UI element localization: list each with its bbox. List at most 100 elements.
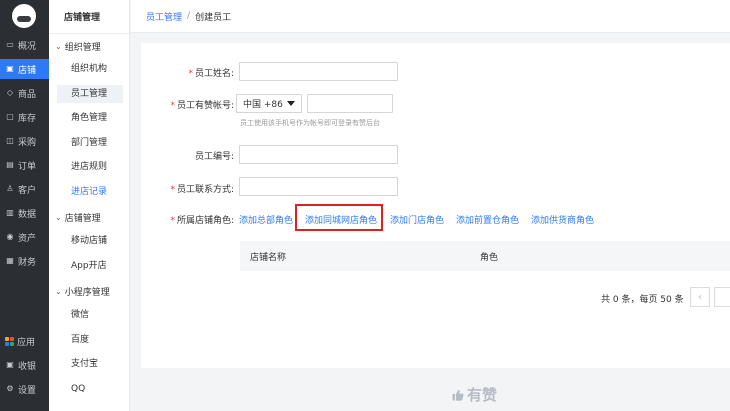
chevron-down-icon: ⌄ (55, 287, 62, 296)
phone-input[interactable] (307, 94, 393, 113)
shop-avatar[interactable] (12, 4, 36, 28)
customer-icon: ♙ (6, 184, 14, 193)
add-supplier-role-link[interactable]: 添加供货商角色 (531, 213, 594, 226)
staff-name-input[interactable] (239, 62, 398, 81)
sub-group-label: 店铺管理 (64, 214, 101, 224)
nav-item-label: 数据 (18, 209, 37, 220)
nav-item-purchase[interactable]: ◫ 采购 (0, 131, 49, 151)
nav-item-label: 店铺 (18, 65, 37, 76)
purchase-icon: ◫ (6, 136, 14, 145)
prev-page-button[interactable]: ‹ (690, 287, 710, 307)
sub-group-org[interactable]: ⌄ 组织管理 (55, 40, 101, 53)
sub-item-alipay[interactable]: 支付宝 (71, 355, 98, 373)
sub-item-baidu[interactable]: 百度 (71, 331, 89, 349)
nav-item-label: 客户 (18, 185, 37, 196)
breadcrumb: 员工管理 / 创建员工 (131, 0, 730, 33)
staff-number-label: 员工编号: (194, 152, 234, 162)
sub-item-app-store[interactable]: App开店 (71, 257, 107, 275)
inventory-icon: ▢ (6, 112, 14, 121)
country-code-value: 中国 +86 (243, 100, 283, 110)
add-city-store-role-link[interactable]: 添加同城网店角色 (305, 213, 377, 226)
nav-item-store[interactable]: ▣ 店铺 (0, 59, 49, 79)
add-front-warehouse-role-link[interactable]: 添加前置仓角色 (456, 213, 519, 226)
column-role: 角色 (480, 253, 499, 263)
nav-item-label: 财务 (18, 257, 37, 268)
order-icon: ▤ (6, 160, 14, 169)
create-staff-form: * 员工姓名: * 员工有赞帐号: 中国 +86 员工使用该手机号作为帐号即可登录有… (141, 43, 730, 368)
cashier-icon: ▣ (6, 360, 14, 369)
sub-group-label: 小程序管理 (64, 288, 110, 298)
nav-item-label: 应用 (17, 337, 36, 348)
sub-item-wechat[interactable]: 微信 (71, 306, 89, 324)
roles-table-header: 店铺名称 角色 (240, 241, 730, 271)
divider (49, 33, 130, 34)
staff-number-input[interactable] (239, 145, 398, 164)
asset-icon: ◉ (6, 232, 14, 241)
required-mark: * (188, 69, 193, 79)
sub-item-staff[interactable]: 员工管理 (57, 85, 123, 103)
nav-item-goods[interactable]: ◇ 商品 (0, 83, 49, 103)
required-mark: * (170, 101, 175, 111)
nav-item-apps[interactable]: 应用 (0, 331, 49, 351)
nav-item-label: 资产 (18, 233, 37, 244)
caret-down-icon (287, 101, 295, 106)
apps-icon (5, 336, 14, 346)
sub-item-entry-rules[interactable]: 进店规则 (71, 158, 107, 176)
nav-item-label: 商品 (18, 89, 37, 100)
nav-item-customer[interactable]: ♙ 客户 (0, 179, 49, 199)
staff-name-label: * 员工姓名: (188, 69, 234, 79)
sub-item-entry-records[interactable]: 进店记录 (71, 183, 107, 201)
nav-item-label: 设置 (18, 385, 37, 396)
nav-item-label: 收银 (18, 361, 37, 372)
nav-item-overview[interactable]: ▭ 概况 (0, 35, 49, 55)
settings-icon: ⚙ (6, 384, 14, 393)
sub-nav: 店铺管理 ⌄ 组织管理 组织机构 员工管理 角色管理 部门管理 进店规则 进店记… (49, 0, 130, 411)
main-nav: ▭ 概况 ▣ 店铺 ◇ 商品 ▢ 库存 ◫ 采购 ▤ 订单 ♙ 客户 ▥ 数据 … (0, 0, 49, 411)
store-icon: ▣ (6, 64, 14, 73)
footer-brand: 有赞 (452, 384, 497, 405)
nav-item-finance[interactable]: ▦ 财务 (0, 251, 49, 271)
sub-group-store[interactable]: ⌄ 店铺管理 (55, 211, 101, 224)
sub-item-qq[interactable]: QQ (71, 380, 85, 398)
sub-item-departments[interactable]: 部门管理 (71, 134, 107, 152)
account-help-text: 员工使用该手机号作为帐号即可登录有赞后台 (240, 119, 380, 127)
monitor-icon: ▭ (6, 40, 14, 49)
add-hq-role-link[interactable]: 添加总部角色 (239, 213, 293, 226)
nav-item-label: 概况 (18, 41, 37, 52)
chevron-left-icon: ‹ (698, 291, 702, 303)
required-mark: * (170, 185, 175, 195)
store-roles-label: * 所属店铺角色: (170, 216, 234, 226)
nav-item-data[interactable]: ▥ 数据 (0, 203, 49, 223)
nav-item-cashier[interactable]: ▣ 收银 (0, 355, 49, 375)
staff-account-label: * 员工有赞帐号: (170, 101, 234, 111)
nav-item-order[interactable]: ▤ 订单 (0, 155, 49, 175)
nav-item-label: 库存 (18, 113, 37, 124)
sub-item-org-structure[interactable]: 组织机构 (71, 60, 107, 78)
sub-item-mobile-store[interactable]: 移动店铺 (71, 232, 107, 250)
chart-icon: ▥ (6, 208, 14, 217)
staff-contact-label: * 员工联系方式: (170, 185, 234, 195)
nav-item-inventory[interactable]: ▢ 库存 (0, 107, 49, 127)
breadcrumb-separator: / (187, 11, 191, 21)
add-offline-store-role-link[interactable]: 添加门店角色 (390, 213, 444, 226)
sub-item-roles[interactable]: 角色管理 (71, 109, 107, 127)
tag-icon: ◇ (6, 88, 14, 97)
nav-item-label: 订单 (18, 161, 37, 172)
column-store-name: 店铺名称 (250, 253, 287, 263)
finance-icon: ▦ (6, 256, 14, 265)
breadcrumb-parent-link[interactable]: 员工管理 (146, 10, 182, 23)
thumbs-up-icon (452, 389, 464, 401)
nav-item-settings[interactable]: ⚙ 设置 (0, 379, 49, 399)
nav-item-asset[interactable]: ◉ 资产 (0, 227, 49, 247)
chevron-down-icon: ⌄ (55, 42, 62, 51)
country-code-select[interactable]: 中国 +86 (236, 94, 302, 113)
sub-group-label: 组织管理 (64, 43, 101, 53)
nav-item-label: 采购 (18, 137, 37, 148)
next-page-button[interactable] (714, 287, 730, 307)
chevron-down-icon: ⌄ (55, 213, 62, 222)
staff-contact-input[interactable] (239, 177, 398, 196)
required-mark: * (170, 216, 175, 226)
sub-nav-title: 店铺管理 (64, 13, 101, 23)
page-title: 创建员工 (195, 12, 232, 23)
sub-group-miniprogram[interactable]: ⌄ 小程序管理 (55, 285, 110, 298)
